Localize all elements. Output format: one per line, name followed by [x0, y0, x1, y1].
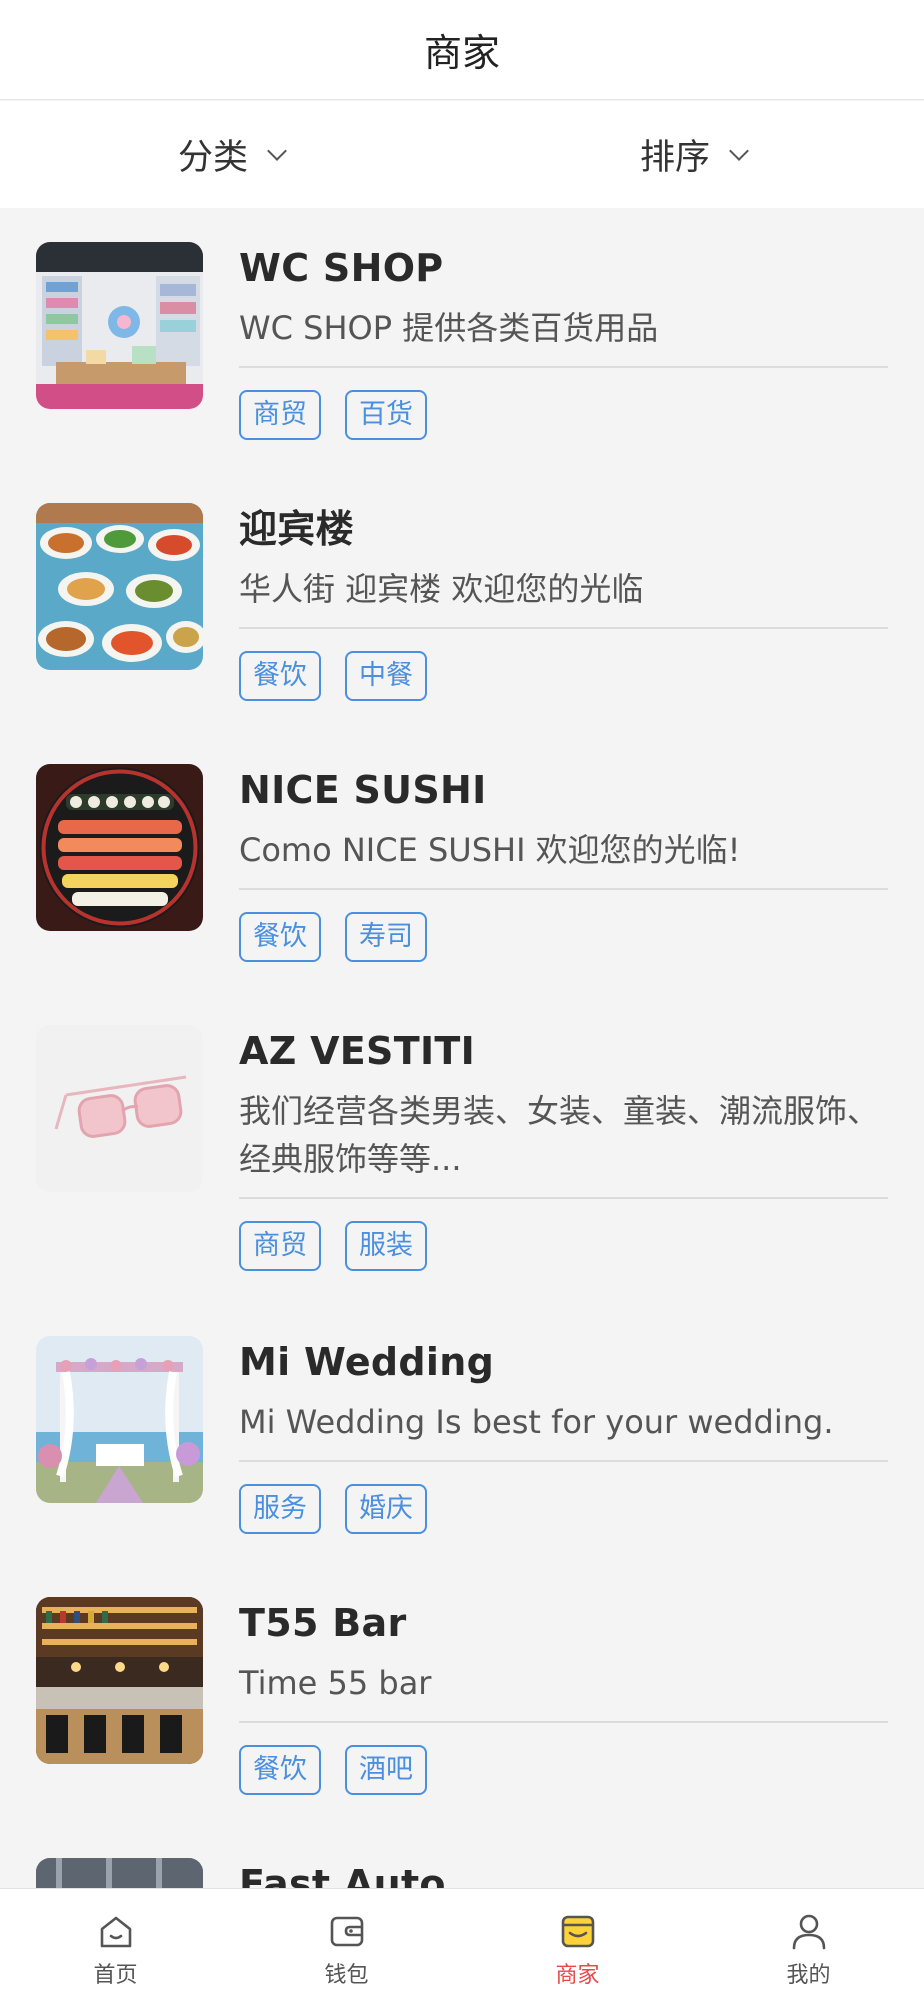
- chevron-down-icon: [267, 140, 287, 161]
- page-header: 商家: [0, 0, 924, 100]
- tab-home[interactable]: 首页: [0, 1889, 231, 2000]
- merchant-thumbnail-bar: [36, 1597, 203, 1764]
- merchant-description: 我们经营各类男装、女装、童装、潮流服饰、经典服饰等等...: [239, 1092, 880, 1178]
- merchant-description: WC SHOP 提供各类百货用品: [239, 309, 659, 347]
- divider: [239, 1460, 888, 1462]
- merchant-description: 华人街 迎宾楼 欢迎您的光临: [239, 570, 644, 608]
- merchant-tag[interactable]: 商贸: [239, 1221, 321, 1271]
- merchant-thumbnail-retail: [36, 242, 203, 409]
- tab-merchants-label: 商家: [555, 1963, 600, 1988]
- merchant-name: WC SHOP: [239, 246, 444, 290]
- merchant-name: AZ VESTITI: [239, 1029, 476, 1073]
- merchant-name: NICE SUSHI: [239, 768, 487, 812]
- merchant-name: T55 Bar: [239, 1601, 407, 1645]
- page-title: 商家: [423, 31, 500, 75]
- wallet-icon: [330, 1916, 363, 1947]
- merchant-tag[interactable]: 寿司: [345, 912, 427, 962]
- merchant-tag[interactable]: 餐饮: [239, 1745, 321, 1795]
- merchant-item[interactable]: 迎宾楼 华人街 迎宾楼 欢迎您的光临 餐饮 中餐: [0, 469, 924, 730]
- divider: [239, 888, 888, 890]
- category-filter-button[interactable]: 分类: [0, 101, 462, 208]
- shop-icon: [561, 1915, 594, 1948]
- merchant-description: Como NICE SUSHI 欢迎您的光临!: [239, 831, 741, 869]
- home-icon: [100, 1916, 131, 1948]
- merchant-thumbnail-sunglasses: [36, 1025, 203, 1192]
- category-filter-label: 分类: [177, 138, 248, 178]
- merchant-item[interactable]: Fast Auto: [0, 1824, 924, 1888]
- merchant-thumbnail-auto: [36, 1858, 203, 1888]
- divider: [239, 1197, 888, 1199]
- merchant-name: Mi Wedding: [239, 1340, 495, 1384]
- merchant-item[interactable]: AZ VESTITI 我们经营各类男装、女装、童装、潮流服饰、经典服饰等等...…: [0, 991, 924, 1302]
- merchant-name: 迎宾楼: [239, 507, 354, 551]
- merchant-tag[interactable]: 服装: [345, 1221, 427, 1271]
- merchant-thumbnail-wedding: [36, 1336, 203, 1503]
- tab-merchants[interactable]: 商家: [462, 1889, 693, 2000]
- merchant-tag[interactable]: 服务: [239, 1484, 321, 1534]
- tab-profile-label: 我的: [786, 1963, 831, 1988]
- merchant-tag[interactable]: 餐饮: [239, 912, 321, 962]
- chevron-down-icon: [729, 140, 749, 161]
- merchant-thumbnail-chinese-food: [36, 503, 203, 670]
- user-icon: [792, 1914, 825, 1950]
- merchant-thumbnail-sushi: [36, 764, 203, 931]
- merchant-item[interactable]: T55 Bar Time 55 bar 餐饮 酒吧: [0, 1563, 924, 1824]
- merchant-tag[interactable]: 百货: [345, 390, 427, 440]
- merchant-list: WC SHOP WC SHOP 提供各类百货用品 商贸 百货 迎宾楼 华人街 迎…: [0, 208, 924, 1888]
- merchant-description: Mi Wedding Is best for your wedding.: [239, 1403, 834, 1441]
- merchant-tag[interactable]: 酒吧: [345, 1745, 427, 1795]
- sort-filter-label: 排序: [639, 138, 710, 178]
- merchant-tag[interactable]: 中餐: [345, 651, 427, 701]
- merchant-description: Time 55 bar: [239, 1664, 432, 1702]
- filter-bar: 分类 排序: [0, 101, 924, 208]
- divider: [239, 366, 888, 368]
- bottom-tab-bar: 首页 钱包 商家 我的: [0, 1888, 924, 2000]
- tab-wallet-label: 钱包: [324, 1963, 369, 1988]
- tab-profile[interactable]: 我的: [693, 1889, 924, 2000]
- divider: [239, 1721, 888, 1723]
- merchant-tag[interactable]: 餐饮: [239, 651, 321, 701]
- tab-home-label: 首页: [93, 1963, 138, 1988]
- merchant-item[interactable]: Mi Wedding Mi Wedding Is best for your w…: [0, 1302, 924, 1563]
- merchant-item[interactable]: WC SHOP WC SHOP 提供各类百货用品 商贸 百货: [0, 208, 924, 469]
- merchant-name: Fast Auto: [239, 1862, 446, 1888]
- sort-filter-button[interactable]: 排序: [462, 101, 924, 208]
- merchant-tag[interactable]: 婚庆: [345, 1484, 427, 1534]
- merchant-tag[interactable]: 商贸: [239, 390, 321, 440]
- tab-wallet[interactable]: 钱包: [231, 1889, 462, 2000]
- divider: [239, 627, 888, 629]
- merchant-item[interactable]: NICE SUSHI Como NICE SUSHI 欢迎您的光临! 餐饮 寿司: [0, 730, 924, 991]
